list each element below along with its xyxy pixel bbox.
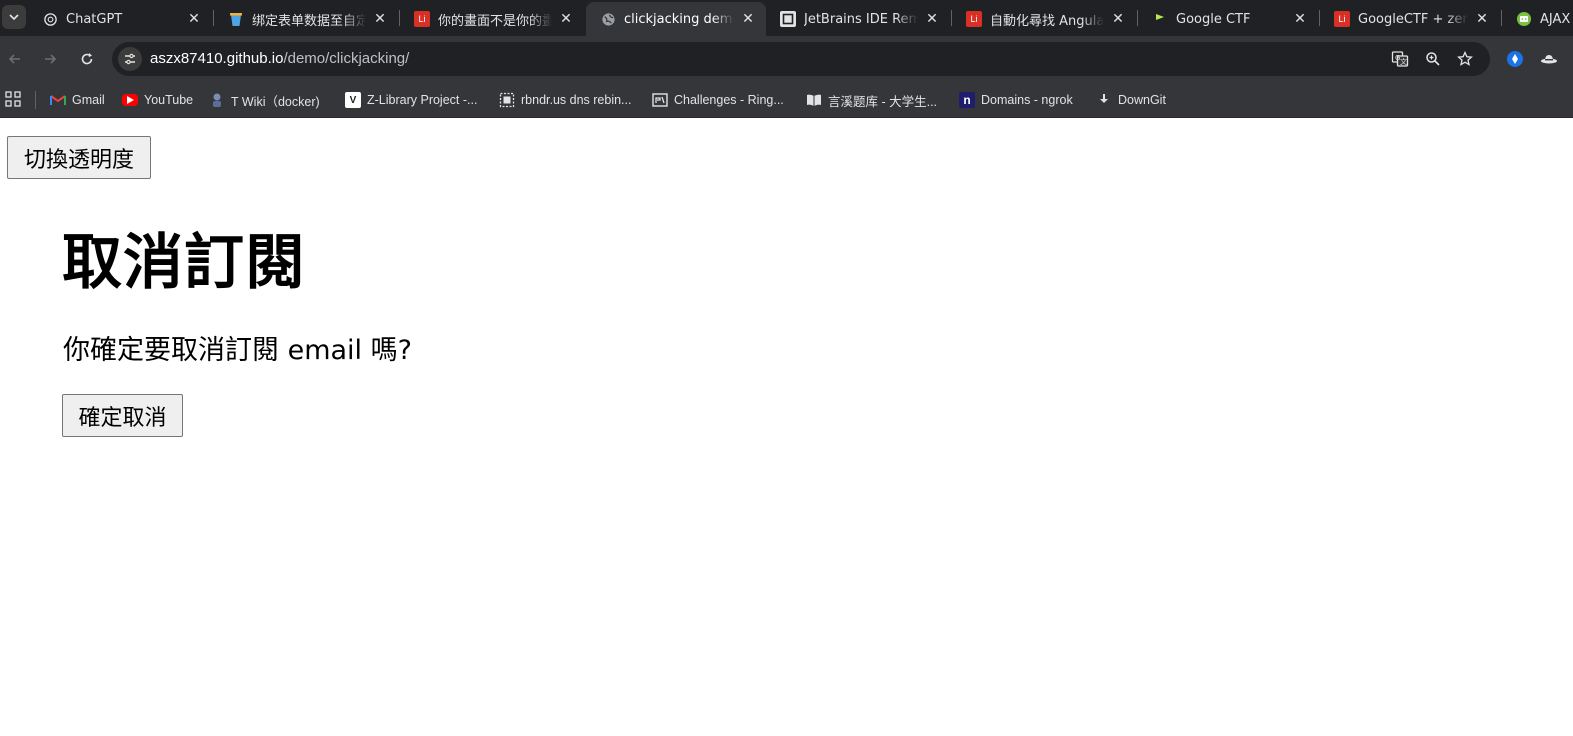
bookmark-label: Gmail: [72, 93, 105, 107]
bookmark-ringzer0[interactable]: Challenges - Ring...: [652, 89, 784, 111]
bookmarks-separator: [35, 91, 36, 109]
reload-button[interactable]: [75, 47, 99, 71]
li-icon: Li: [1334, 11, 1350, 27]
tab-google-ctf[interactable]: Google CTF ✕: [1138, 2, 1318, 36]
close-icon[interactable]: ✕: [1110, 11, 1126, 27]
android-icon: [1516, 11, 1532, 27]
li-icon: Li: [966, 11, 982, 27]
tab-title: 自動化尋找 AngularJS: [990, 13, 1104, 29]
flag-icon: [1152, 11, 1168, 27]
twiki-icon: [209, 92, 225, 108]
book-icon: [806, 92, 822, 108]
ringzer0-icon: [652, 92, 668, 108]
globe-icon: [600, 11, 616, 27]
page-title: 取消訂閱: [62, 228, 306, 298]
tab-jetbrains[interactable]: JetBrains IDE Remote ✕: [766, 2, 950, 36]
tab-title: 绑定表单数据至自定义: [252, 13, 366, 29]
arrow-right-icon: [45, 54, 57, 64]
translate-button[interactable]: G文: [1390, 49, 1410, 69]
bookmark-label: Domains - ngrok: [981, 93, 1073, 107]
tab-strip: ChatGPT ✕ 绑定表单数据至自定义 ✕ Li 你的畫面不是你的畫面 ✕ c…: [0, 0, 1573, 36]
close-icon[interactable]: ✕: [740, 11, 756, 27]
url-text: aszx87410.github.io/demo/clickjacking/: [150, 50, 409, 67]
bookmark-rbndr[interactable]: rbndr.us dns rebin...: [499, 89, 631, 111]
rbndr-icon: [499, 92, 515, 108]
jetbrains-icon: [780, 11, 796, 27]
bookmark-label: DownGit: [1118, 93, 1166, 107]
close-icon[interactable]: ✕: [372, 11, 388, 27]
svg-text:文: 文: [1400, 57, 1407, 66]
page-content: 切換透明度 取消訂閱 你確定要取消訂閱 email 嗎? 確定取消: [0, 118, 1573, 736]
bucket-icon: [228, 11, 244, 27]
bookmark-label: rbndr.us dns rebin...: [521, 93, 632, 107]
download-icon: [1096, 92, 1112, 108]
bookmark-label: 言溪题库 - 大学生...: [828, 94, 938, 109]
ngrok-icon: n: [959, 92, 975, 108]
arrow-left-icon: [8, 54, 20, 64]
tab-ajax[interactable]: AJAX: [1502, 2, 1573, 36]
bookmark-label: Z-Library Project -...: [367, 93, 478, 107]
unsubscribe-question: 你確定要取消訂閱 email 嗎?: [63, 335, 412, 366]
bookmark-twiki[interactable]: T Wiki（docker): [209, 89, 320, 111]
bookmarks-bar: Gmail YouTube T Wiki（docker) V Z-Library…: [0, 82, 1573, 118]
close-icon[interactable]: ✕: [1474, 11, 1490, 27]
tune-icon: [125, 53, 135, 65]
site-info-button[interactable]: [118, 47, 142, 71]
close-icon[interactable]: ✕: [924, 11, 940, 27]
bookmark-zlibrary[interactable]: V Z-Library Project -...: [345, 89, 477, 111]
gmail-icon: [50, 92, 66, 108]
toggle-opacity-button[interactable]: 切換透明度: [7, 136, 151, 179]
bookmark-gmail[interactable]: Gmail: [50, 89, 105, 111]
star-icon: [1457, 51, 1473, 66]
confirm-cancel-button[interactable]: 確定取消: [62, 394, 183, 437]
url-host: aszx87410.github.io: [150, 50, 284, 67]
close-icon[interactable]: ✕: [186, 11, 202, 27]
forward-button[interactable]: [38, 47, 62, 71]
reload-icon: [81, 53, 93, 65]
extension-icon: [1507, 51, 1523, 67]
extension-button-2[interactable]: [1539, 49, 1559, 69]
chatgpt-icon: [42, 11, 58, 27]
apps-grid-icon[interactable]: [5, 91, 21, 107]
back-button[interactable]: [3, 47, 27, 71]
tab-title: 你的畫面不是你的畫面: [438, 13, 552, 29]
tab-title: Google CTF: [1176, 11, 1251, 27]
address-bar[interactable]: aszx87410.github.io/demo/clickjacking/ G…: [112, 42, 1490, 76]
tab-title: GoogleCTF + zer0pts: [1358, 11, 1468, 27]
li-icon: Li: [414, 11, 430, 27]
tab-clickjacking-demo[interactable]: clickjacking demo ✕: [586, 2, 766, 36]
tab-title: ChatGPT: [66, 11, 123, 27]
bookmark-label: Challenges - Ring...: [674, 93, 784, 107]
url-path: /demo/clickjacking/: [283, 50, 410, 67]
tab-angularjs[interactable]: Li 自動化尋找 AngularJS ✕: [952, 2, 1136, 36]
browser-toolbar: aszx87410.github.io/demo/clickjacking/ G…: [0, 36, 1573, 82]
bookmark-label: YouTube: [144, 93, 194, 107]
bookmark-ngrok[interactable]: n Domains - ngrok: [959, 89, 1073, 111]
zoom-icon: [1426, 52, 1440, 66]
close-icon[interactable]: ✕: [558, 11, 574, 27]
tab-title: clickjacking demo: [624, 11, 734, 27]
hat-icon: [1541, 55, 1557, 64]
tab-title: AJAX: [1540, 11, 1571, 27]
close-icon[interactable]: ✕: [1292, 11, 1308, 27]
bookmark-star-button[interactable]: [1455, 49, 1475, 69]
bookmark-downgit[interactable]: DownGit: [1096, 89, 1166, 111]
extension-button[interactable]: [1505, 49, 1525, 69]
chevron-down-icon: [9, 14, 19, 21]
bookmark-youtube[interactable]: YouTube: [122, 89, 193, 111]
zlib-icon: V: [345, 92, 361, 108]
tab-your-screen[interactable]: Li 你的畫面不是你的畫面 ✕: [400, 2, 584, 36]
tab-form-binding[interactable]: 绑定表单数据至自定义 ✕: [214, 2, 398, 36]
tab-title: JetBrains IDE Remote: [804, 11, 918, 27]
translate-icon: G文: [1391, 51, 1409, 67]
bookmark-yanxi[interactable]: 言溪题库 - 大学生...: [806, 89, 937, 111]
youtube-icon: [122, 94, 138, 106]
tab-chatgpt[interactable]: ChatGPT ✕: [28, 2, 212, 36]
tab-search-button[interactable]: [2, 5, 26, 29]
bookmark-label: T Wiki（docker): [231, 94, 320, 109]
zoom-button[interactable]: [1423, 49, 1443, 69]
tab-googlectf-zer0pts[interactable]: Li GoogleCTF + zer0pts ✕: [1320, 2, 1500, 36]
